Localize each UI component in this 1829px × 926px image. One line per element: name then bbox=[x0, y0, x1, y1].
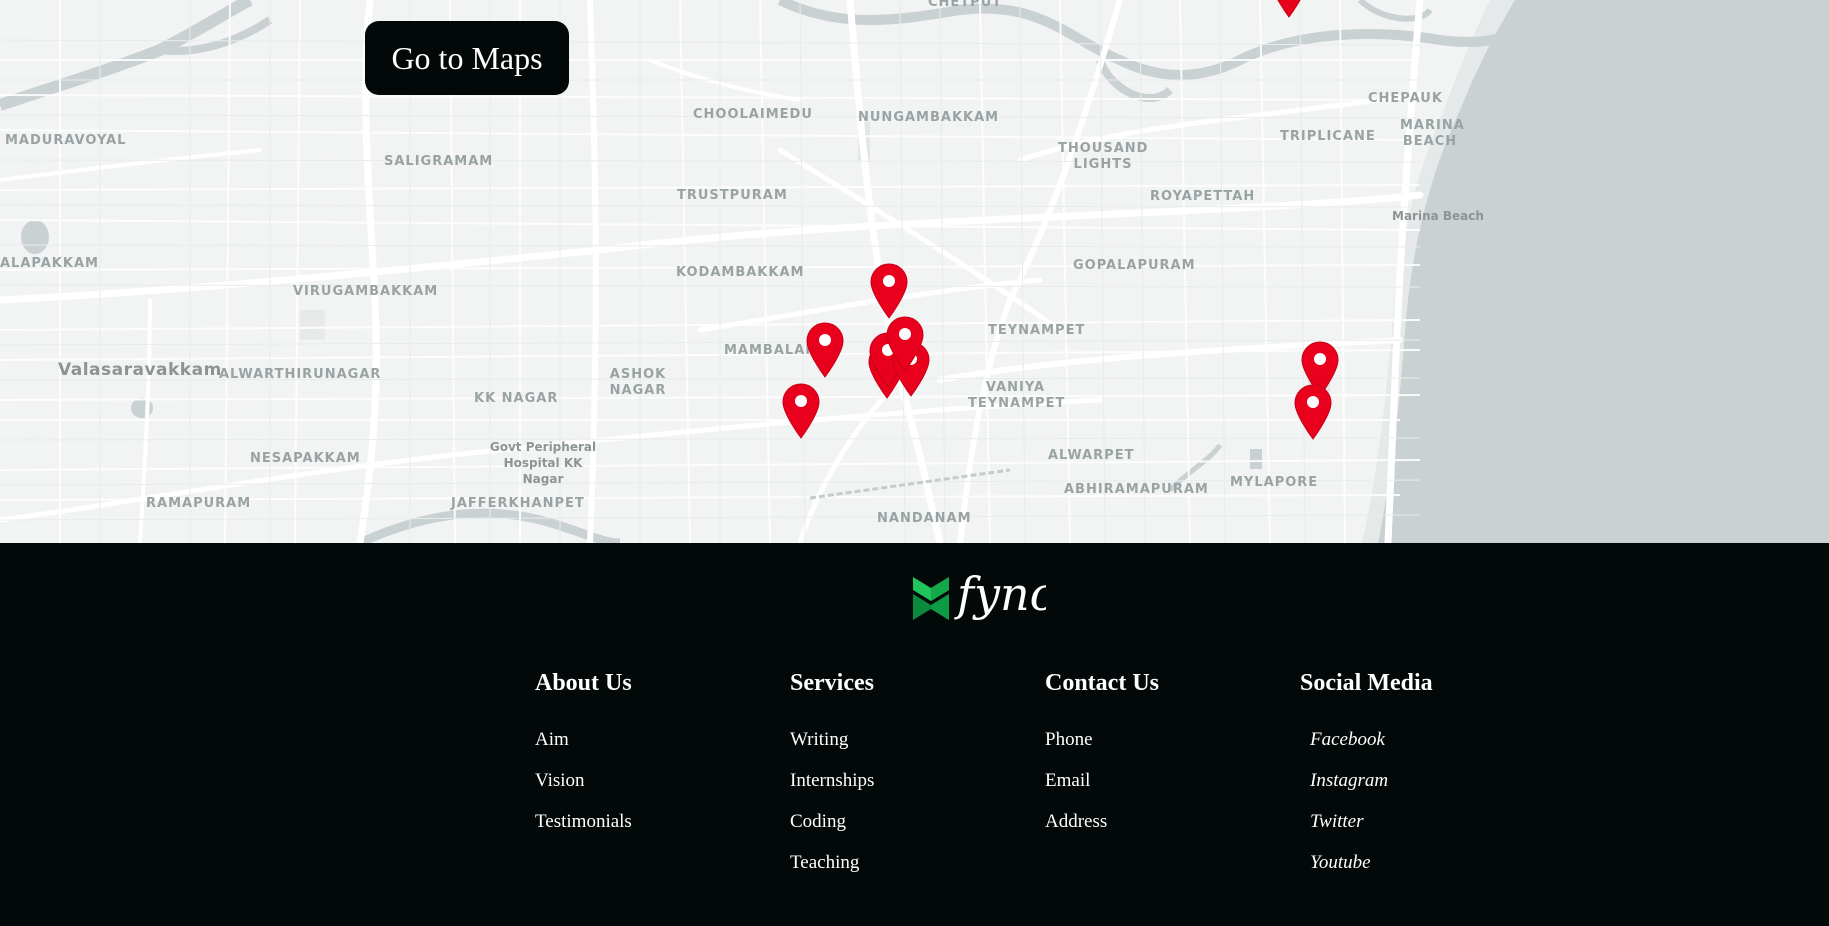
map-label-abhiramapuram: ABHIRAMAPURAM bbox=[1064, 482, 1209, 497]
map-pin-icon[interactable] bbox=[1270, 0, 1308, 18]
map-label-nandanam: NANDANAM bbox=[877, 511, 972, 526]
map-label-valasaravakkam: Valasaravakkam bbox=[58, 360, 222, 380]
footer-column-social: Social Media Facebook Instagram Twitter … bbox=[1300, 669, 1540, 893]
footer-heading-about: About Us bbox=[535, 670, 632, 696]
logo-text: fync bbox=[954, 570, 1046, 621]
map-label-chetput: CHETPUT bbox=[928, 0, 1003, 10]
map-label-kk-nagar: KK NAGAR bbox=[474, 391, 559, 406]
map-label-mambalam: MAMBALAM bbox=[724, 343, 820, 358]
map-label-nungambakkam: NUNGAMBAKKAM bbox=[858, 110, 1000, 125]
map-label-ramapuram: RAMAPURAM bbox=[146, 496, 252, 511]
map-view[interactable]: CHETPUT CHOOLAIMEDU NUNGAMBAKKAM MADURAV… bbox=[0, 0, 1829, 543]
map-label-maduravoyal: MADURAVOYAL bbox=[5, 133, 127, 148]
map-label-choolaimedu: CHOOLAIMEDU bbox=[693, 107, 813, 122]
map-pin-icon[interactable] bbox=[870, 263, 908, 319]
footer-heading-services: Services bbox=[790, 670, 874, 696]
map-label-nesapakkam: NESAPAKKAM bbox=[250, 451, 361, 466]
footer-link-address[interactable]: Address bbox=[1045, 811, 1285, 833]
footer-link-twitter[interactable]: Twitter bbox=[1300, 811, 1540, 833]
map-label-triplicane: TRIPLICANE bbox=[1280, 129, 1376, 144]
footer-link-email[interactable]: Email bbox=[1045, 770, 1285, 792]
map-label-marina-beach-area: MARINA BEACH bbox=[1400, 118, 1465, 149]
map-pin-icon[interactable] bbox=[806, 322, 844, 378]
map-label-alwarpet: ALWARPET bbox=[1048, 448, 1135, 463]
footer-column-about: About Us Aim Vision Testimonials bbox=[535, 669, 775, 852]
map-label-govt-hospital: Govt Peripheral Hospital KK Nagar bbox=[489, 440, 597, 486]
map-label-gopalapuram: GOPALAPURAM bbox=[1073, 258, 1196, 273]
map-label-mylapore: MYLAPORE bbox=[1230, 475, 1319, 490]
map-label-marina-beach: Marina Beach bbox=[1392, 209, 1484, 223]
map-label-alwarthirunagar: ALWARTHIRUNAGAR bbox=[219, 367, 382, 382]
footer-heading-contact: Contact Us bbox=[1045, 670, 1159, 696]
footer-heading-social: Social Media bbox=[1300, 670, 1433, 696]
footer-link-coding[interactable]: Coding bbox=[790, 811, 1030, 833]
footer-link-phone[interactable]: Phone bbox=[1045, 729, 1285, 751]
map-label-teynampet: TEYNAMPET bbox=[988, 323, 1086, 338]
footer-link-internships[interactable]: Internships bbox=[790, 770, 1030, 792]
footer-link-youtube[interactable]: Youtube bbox=[1300, 852, 1540, 874]
map-pin-icon[interactable] bbox=[1294, 384, 1332, 440]
footer: fync About Us Aim Vision Testimonials Se… bbox=[0, 543, 1829, 926]
map-label-jafferkhanpet: JAFFERKHANPET bbox=[451, 496, 585, 511]
footer-link-instagram[interactable]: Instagram bbox=[1300, 770, 1540, 792]
footer-column-contact: Contact Us Phone Email Address bbox=[1045, 669, 1285, 852]
footer-link-testimonials[interactable]: Testimonials bbox=[535, 811, 775, 833]
map-label-chepauk: CHEPAUK bbox=[1368, 91, 1443, 106]
footer-link-facebook[interactable]: Facebook bbox=[1300, 729, 1540, 751]
footer-link-teaching[interactable]: Teaching bbox=[790, 852, 1030, 874]
map-label-vaniya-teynampet: VANIYA TEYNAMPET bbox=[968, 380, 1066, 411]
map-label-kodambakkam: KODAMBAKKAM bbox=[676, 265, 805, 280]
footer-link-aim[interactable]: Aim bbox=[535, 729, 775, 751]
map-label-alapakkam: ALAPAKKAM bbox=[0, 256, 99, 271]
map-label-royapettah: ROYAPETTAH bbox=[1150, 189, 1256, 204]
map-label-ashok-nagar: ASHOK NAGAR bbox=[609, 367, 667, 398]
fync-logo[interactable]: fync bbox=[911, 570, 1046, 622]
map-label-virugambakkam: VIRUGAMBAKKAM bbox=[293, 284, 439, 299]
map-label-trustpuram: TRUSTPURAM bbox=[677, 188, 788, 203]
map-label-saligramam: SALIGRAMAM bbox=[384, 154, 494, 169]
map-pin-icon[interactable] bbox=[886, 316, 924, 372]
footer-link-vision[interactable]: Vision bbox=[535, 770, 775, 792]
footer-column-services: Services Writing Internships Coding Teac… bbox=[790, 669, 1030, 893]
footer-link-writing[interactable]: Writing bbox=[790, 729, 1030, 751]
go-to-maps-button[interactable]: Go to Maps bbox=[365, 21, 569, 95]
map-pin-icon[interactable] bbox=[782, 383, 820, 439]
map-label-thousand-lights: THOUSAND LIGHTS bbox=[1058, 141, 1149, 172]
